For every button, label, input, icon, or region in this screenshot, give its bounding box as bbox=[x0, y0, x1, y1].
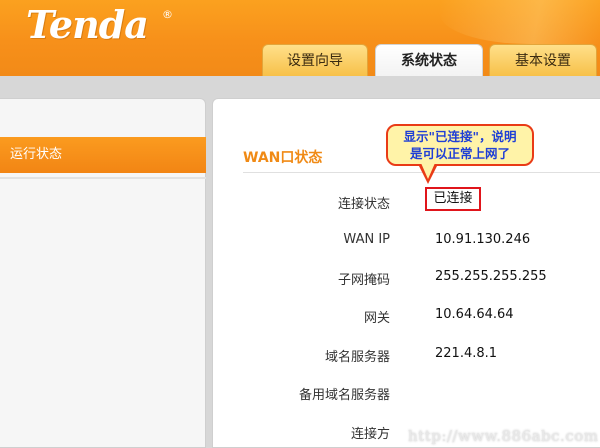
label-backup-dns-server: 备用域名服务器 bbox=[298, 388, 390, 403]
registered-mark: ® bbox=[162, 8, 173, 21]
label-dns-server: 域名服务器 bbox=[324, 350, 390, 365]
sidebar-item-running-status[interactable]: 运行状态 bbox=[0, 137, 206, 173]
value-dns-server: 221.4.8.1 bbox=[435, 346, 498, 361]
tenda-logo: Tenda bbox=[26, 2, 149, 47]
label-subnet-mask: 子网掩码 bbox=[337, 273, 390, 288]
label-connection-type: 连接方 bbox=[350, 427, 390, 442]
value-connection-status: 已连接 bbox=[425, 187, 481, 211]
annotation-callout: 显示"已连接"，说明 是可以正常上网了 bbox=[386, 124, 534, 166]
top-tabs: 设置向导 系统状态 基本设置 bbox=[0, 44, 600, 78]
tab-system-status[interactable]: 系统状态 bbox=[375, 44, 483, 78]
callout-pointer-fill bbox=[421, 163, 435, 179]
watermark-text: http://www.886abc.com bbox=[408, 427, 599, 445]
sidebar: 运行状态 bbox=[0, 98, 206, 448]
header-swirl-decoration bbox=[440, 0, 600, 44]
section-title-wan-status: WAN口状态 bbox=[243, 150, 323, 166]
tab-setup-wizard[interactable]: 设置向导 bbox=[262, 44, 368, 76]
value-gateway: 10.64.64.64 bbox=[435, 307, 514, 322]
tab-basic-settings[interactable]: 基本设置 bbox=[489, 44, 597, 76]
header-bar: Tenda ® 设置向导 系统状态 基本设置 bbox=[0, 0, 600, 78]
annotation-line-1: 显示"已连接"，说明 bbox=[403, 129, 517, 144]
annotation-line-2: 是可以正常上网了 bbox=[409, 146, 510, 161]
value-subnet-mask: 255.255.255.255 bbox=[435, 269, 547, 284]
label-connection-status: 连接状态 bbox=[337, 197, 390, 212]
value-wan-ip: 10.91.130.246 bbox=[435, 232, 531, 247]
label-gateway: 网关 bbox=[363, 311, 390, 326]
label-wan-ip: WAN IP bbox=[343, 232, 390, 247]
sidebar-divider bbox=[0, 177, 206, 179]
